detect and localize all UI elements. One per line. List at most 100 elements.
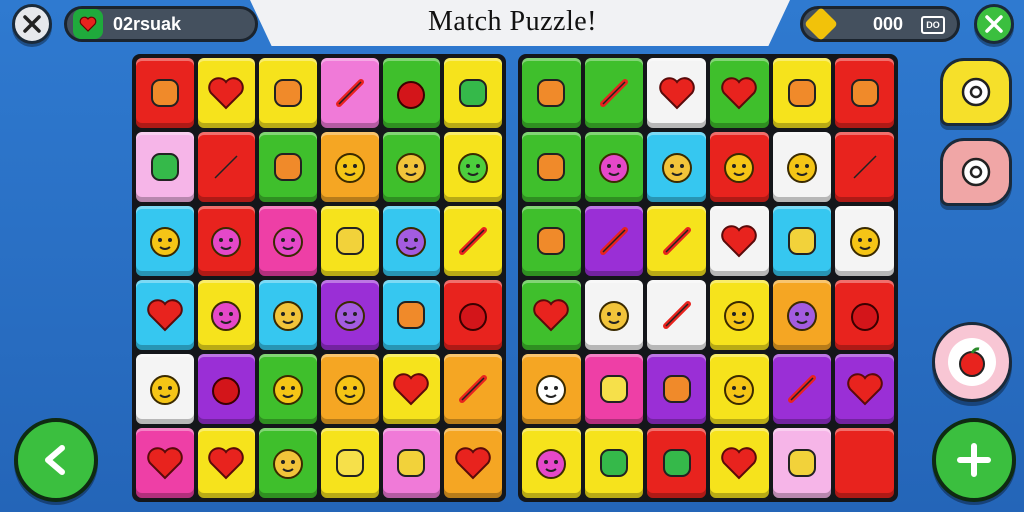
tile-marker[interactable] xyxy=(444,354,502,424)
tile-heart[interactable] xyxy=(197,58,256,128)
tile-lion-face[interactable] xyxy=(136,354,194,424)
tile-acorn[interactable] xyxy=(647,354,706,424)
close-button-right[interactable] xyxy=(974,4,1014,44)
tile-heart[interactable] xyxy=(710,428,769,498)
tile-cat-face[interactable] xyxy=(647,132,706,202)
tile-marker[interactable] xyxy=(444,206,502,276)
tile-spiky-face[interactable] xyxy=(321,132,379,202)
tile-bucket[interactable] xyxy=(444,58,502,128)
tile-gear-blob[interactable] xyxy=(382,280,441,350)
tile-flame-face[interactable] xyxy=(259,206,317,276)
tile-smile-face[interactable] xyxy=(259,428,317,498)
tile-box-face[interactable] xyxy=(584,354,644,424)
tile-heart[interactable] xyxy=(444,428,502,498)
tile-blank[interactable] xyxy=(835,428,894,498)
bucket-icon xyxy=(662,449,691,477)
tile-sun-face[interactable] xyxy=(710,354,769,424)
tile-paint-brush[interactable] xyxy=(584,58,644,128)
tile-lion-face[interactable] xyxy=(259,354,317,424)
tile-white-face[interactable] xyxy=(522,354,581,424)
tile-flame-face[interactable] xyxy=(197,206,256,276)
tile-heart[interactable] xyxy=(835,354,894,424)
settings-button[interactable] xyxy=(940,58,1012,126)
tile-gift[interactable] xyxy=(772,206,832,276)
coins-count: 000 xyxy=(873,13,904,34)
heart-icon xyxy=(393,373,430,406)
tile-strawberry[interactable] xyxy=(197,354,256,424)
tile-heart[interactable] xyxy=(136,428,194,498)
tile-leaf[interactable] xyxy=(522,206,581,276)
tile-trash-can[interactable] xyxy=(136,132,194,202)
tile-leaf[interactable] xyxy=(522,58,581,128)
party-face-icon xyxy=(724,301,755,331)
add-button[interactable] xyxy=(932,418,1016,502)
tile-marker[interactable] xyxy=(772,354,832,424)
tile-cat-face[interactable] xyxy=(259,280,317,350)
crown-face-icon xyxy=(849,227,880,257)
tile-pill[interactable] xyxy=(522,132,581,202)
apple-powerup-button[interactable] xyxy=(932,322,1012,402)
player-name: 02rsuak xyxy=(113,13,182,34)
tile-scissors[interactable] xyxy=(647,206,706,276)
tile-heart[interactable] xyxy=(197,428,256,498)
options-button[interactable] xyxy=(940,138,1012,206)
tile-heart[interactable] xyxy=(136,280,194,350)
top-bar: 02rsuak Match Puzzle! 000 DO xyxy=(0,0,1024,48)
tile-berry-face[interactable] xyxy=(197,280,256,350)
tile-cupcake[interactable] xyxy=(259,132,317,202)
tile-bucket[interactable] xyxy=(647,428,706,498)
tile-bomb[interactable] xyxy=(259,58,317,128)
tile-spoon[interactable] xyxy=(647,280,706,350)
tile-heart[interactable] xyxy=(710,206,769,276)
tile-cake[interactable] xyxy=(382,428,441,498)
tile-spiky-face[interactable] xyxy=(321,354,379,424)
tile-drop-face[interactable] xyxy=(321,280,379,350)
tile-brush[interactable] xyxy=(197,132,256,202)
tile-drop[interactable] xyxy=(835,58,894,128)
tile-lion-face[interactable] xyxy=(772,132,832,202)
smile-face-icon xyxy=(273,449,304,479)
paint-brush-icon xyxy=(599,79,628,107)
tile-apple[interactable] xyxy=(835,280,894,350)
drop-face-icon xyxy=(334,301,365,331)
tile-square-face[interactable] xyxy=(321,428,379,498)
tile-cat-face[interactable] xyxy=(382,132,441,202)
tile-heart[interactable] xyxy=(647,58,706,128)
tile-sun-face[interactable] xyxy=(136,206,194,276)
tile-heart[interactable] xyxy=(710,58,769,128)
tile-cake[interactable] xyxy=(772,428,832,498)
flame-face-icon xyxy=(211,227,242,257)
tile-grapes[interactable] xyxy=(444,280,502,350)
leaf-icon xyxy=(537,227,566,255)
lion-face-icon xyxy=(273,375,304,405)
tile-tomato[interactable] xyxy=(382,58,441,128)
tile-drop-face[interactable] xyxy=(772,280,832,350)
player-name-pill[interactable]: 02rsuak xyxy=(64,6,258,42)
close-button-left[interactable] xyxy=(12,4,52,44)
tile-party-face[interactable] xyxy=(710,280,769,350)
tile-blob-face[interactable] xyxy=(382,206,441,276)
tile-sun-face[interactable] xyxy=(710,132,769,202)
tile-box[interactable] xyxy=(321,206,379,276)
tile-frog-face[interactable] xyxy=(444,132,502,202)
tile-bunny-face[interactable] xyxy=(584,280,644,350)
tile-brush[interactable] xyxy=(835,132,894,202)
back-button[interactable] xyxy=(14,418,98,502)
grapes-icon xyxy=(459,303,488,331)
tile-heart[interactable] xyxy=(382,354,441,424)
tile-paint-brush[interactable] xyxy=(321,58,379,128)
tile-heart[interactable] xyxy=(522,280,581,350)
tile-scissors[interactable] xyxy=(584,206,644,276)
tile-berry-face[interactable] xyxy=(522,428,581,498)
puzzle-board-left xyxy=(132,54,506,502)
tile-crown-face[interactable] xyxy=(835,206,894,276)
heart-icon xyxy=(208,447,245,480)
bomb-icon xyxy=(274,79,303,107)
tile-pizza[interactable] xyxy=(772,58,832,128)
tile-spiky-plant[interactable] xyxy=(136,58,194,128)
heart-icon xyxy=(658,77,695,110)
coins-pill[interactable]: 000 DO xyxy=(800,6,960,42)
tile-flame-face[interactable] xyxy=(584,132,644,202)
trash-can-icon xyxy=(150,153,179,181)
tile-bucket[interactable] xyxy=(584,428,644,498)
